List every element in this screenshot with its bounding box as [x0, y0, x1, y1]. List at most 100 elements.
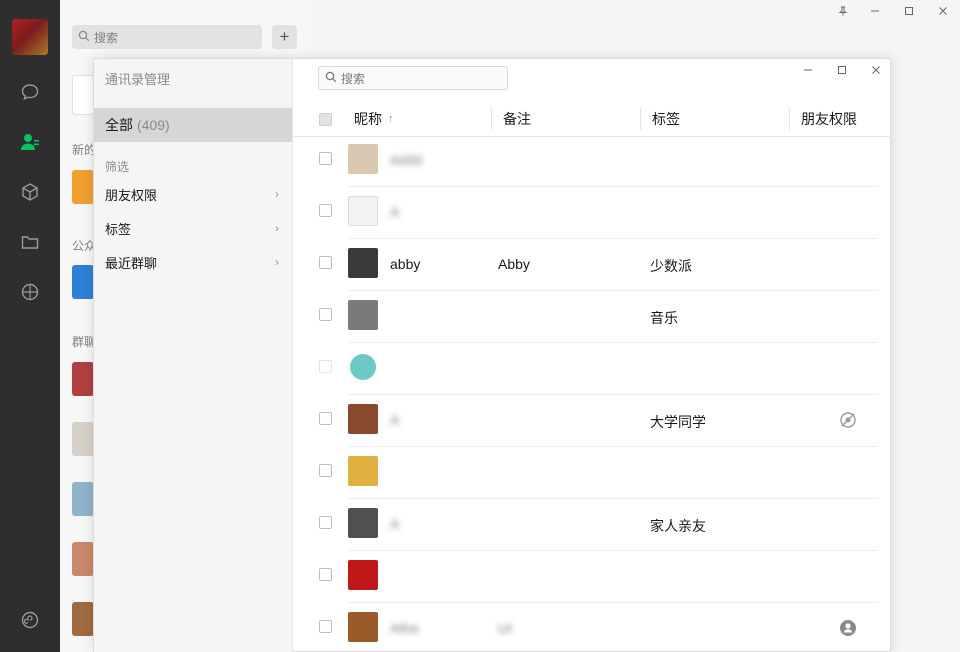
dialog-maximize-icon[interactable]: [837, 65, 847, 78]
official-account-avatar[interactable]: [72, 265, 94, 299]
column-remark[interactable]: 备注: [503, 107, 531, 131]
filter-item-label: 朋友权限: [105, 187, 158, 203]
contact-avatar: [350, 354, 376, 380]
contact-avatar: [348, 612, 378, 642]
contact-management-dialog: 通讯录管理 全部 (409) 筛选 朋友权限 › 标签 › 最近群聊 › 搜索: [93, 58, 891, 652]
contact-name: A: [390, 412, 400, 428]
nav-rail: [0, 0, 60, 652]
group-avatar[interactable]: [72, 422, 94, 456]
table-row[interactable]: 音乐: [293, 291, 891, 343]
contacts-icon[interactable]: [18, 130, 42, 154]
group-avatar[interactable]: [72, 362, 94, 396]
dialog-close-icon[interactable]: [871, 65, 881, 78]
row-checkbox[interactable]: [319, 568, 332, 581]
contact-name: A000: [390, 152, 423, 168]
contact-remark: UI: [498, 620, 512, 636]
sidebar-search-input[interactable]: 搜索: [72, 25, 262, 49]
filter-tags[interactable]: 标签 ›: [94, 211, 292, 245]
chevron-right-icon: ›: [275, 187, 279, 201]
filter-item-label: 最近群聊: [105, 255, 158, 271]
chevron-right-icon: ›: [275, 255, 279, 269]
filter-all-label: 全部: [105, 117, 133, 133]
contact-tag: 少数派: [650, 258, 692, 274]
filter-friend-permission[interactable]: 朋友权限 ›: [94, 177, 292, 211]
dialog-minimize-icon[interactable]: [803, 65, 813, 78]
select-all-checkbox[interactable]: [319, 107, 332, 131]
maximize-icon[interactable]: [904, 6, 914, 19]
table-row[interactable]: [293, 551, 891, 603]
group-avatar[interactable]: [72, 542, 94, 576]
contact-avatar: [348, 300, 378, 330]
pin-icon[interactable]: [838, 6, 848, 19]
contact-avatar: [348, 560, 378, 590]
contact-remark: Abby: [498, 256, 530, 272]
contact-name: Aiha: [390, 620, 419, 636]
contact-card-placeholder: [72, 75, 94, 115]
sort-up-icon[interactable]: ↑: [388, 113, 394, 125]
column-permission[interactable]: 朋友权限: [801, 107, 857, 131]
filter-recent-groups[interactable]: 最近群聊 ›: [94, 245, 292, 279]
row-checkbox[interactable]: [319, 308, 332, 321]
contact-tag: 音乐: [650, 310, 678, 326]
row-checkbox[interactable]: [319, 152, 332, 165]
table-row[interactable]: A000: [293, 135, 891, 187]
group-avatar[interactable]: [72, 482, 94, 516]
contact-avatar: [348, 508, 378, 538]
sidebar-search-placeholder: 搜索: [94, 30, 119, 45]
chat-icon[interactable]: [18, 80, 42, 104]
contact-avatar: [348, 248, 378, 278]
filter-all-count: (409): [137, 117, 170, 133]
add-contact-button[interactable]: +: [272, 25, 297, 49]
search-icon: [325, 71, 337, 86]
group-avatar[interactable]: [72, 602, 94, 636]
eye-off-icon[interactable]: [839, 411, 857, 429]
column-divider: [491, 108, 492, 130]
person-circle-icon[interactable]: [839, 619, 857, 637]
contact-avatar: [348, 404, 378, 434]
dialog-search-placeholder: 搜索: [341, 71, 366, 86]
table-row[interactable]: [293, 343, 891, 395]
column-nickname[interactable]: 昵称 ↑: [354, 107, 394, 131]
moments-icon[interactable]: [18, 280, 42, 304]
row-checkbox[interactable]: [319, 360, 332, 373]
column-divider: [640, 108, 641, 130]
filter-all[interactable]: 全部 (409): [94, 108, 292, 142]
user-avatar[interactable]: [12, 19, 48, 55]
row-checkbox[interactable]: [319, 204, 332, 217]
column-nickname-label: 昵称: [354, 111, 382, 127]
row-checkbox[interactable]: [319, 256, 332, 269]
close-icon[interactable]: [938, 6, 948, 19]
table-row[interactable]: abby Abby 少数派: [293, 239, 891, 291]
contact-name: A: [390, 204, 400, 220]
row-checkbox[interactable]: [319, 464, 332, 477]
contact-tag: 大学同学: [650, 414, 706, 430]
table-row[interactable]: Aiha UI: [293, 603, 891, 652]
search-icon: [78, 30, 90, 45]
row-checkbox[interactable]: [319, 516, 332, 529]
new-friends-avatar[interactable]: [72, 170, 94, 204]
row-checkbox[interactable]: [319, 412, 332, 425]
column-divider: [789, 108, 790, 130]
folder-icon[interactable]: [18, 230, 42, 254]
contact-name: abby: [390, 256, 421, 272]
dialog-search-input[interactable]: 搜索: [318, 66, 508, 90]
chevron-right-icon: ›: [275, 221, 279, 235]
filter-heading: 筛选: [105, 160, 130, 174]
table-row[interactable]: A: [293, 187, 891, 239]
contact-name: A: [390, 516, 400, 532]
favorites-cube-icon[interactable]: [18, 180, 42, 204]
minimize-icon[interactable]: [870, 6, 880, 19]
dialog-title: 通讯录管理: [105, 72, 171, 87]
contact-avatar: [348, 196, 378, 226]
table-row[interactable]: [293, 447, 891, 499]
column-tag[interactable]: 标签: [652, 107, 680, 131]
contact-avatar: [348, 456, 378, 486]
row-checkbox[interactable]: [319, 620, 332, 633]
mini-program-icon[interactable]: [18, 608, 42, 632]
dialog-sidebar: 通讯录管理 全部 (409) 筛选 朋友权限 › 标签 › 最近群聊 ›: [94, 59, 293, 652]
contact-avatar: [348, 144, 378, 174]
table-row[interactable]: A 大学同学: [293, 395, 891, 447]
filter-item-label: 标签: [105, 221, 132, 237]
contact-tag: 家人亲友: [650, 518, 706, 534]
table-row[interactable]: A 家人亲友: [293, 499, 891, 551]
